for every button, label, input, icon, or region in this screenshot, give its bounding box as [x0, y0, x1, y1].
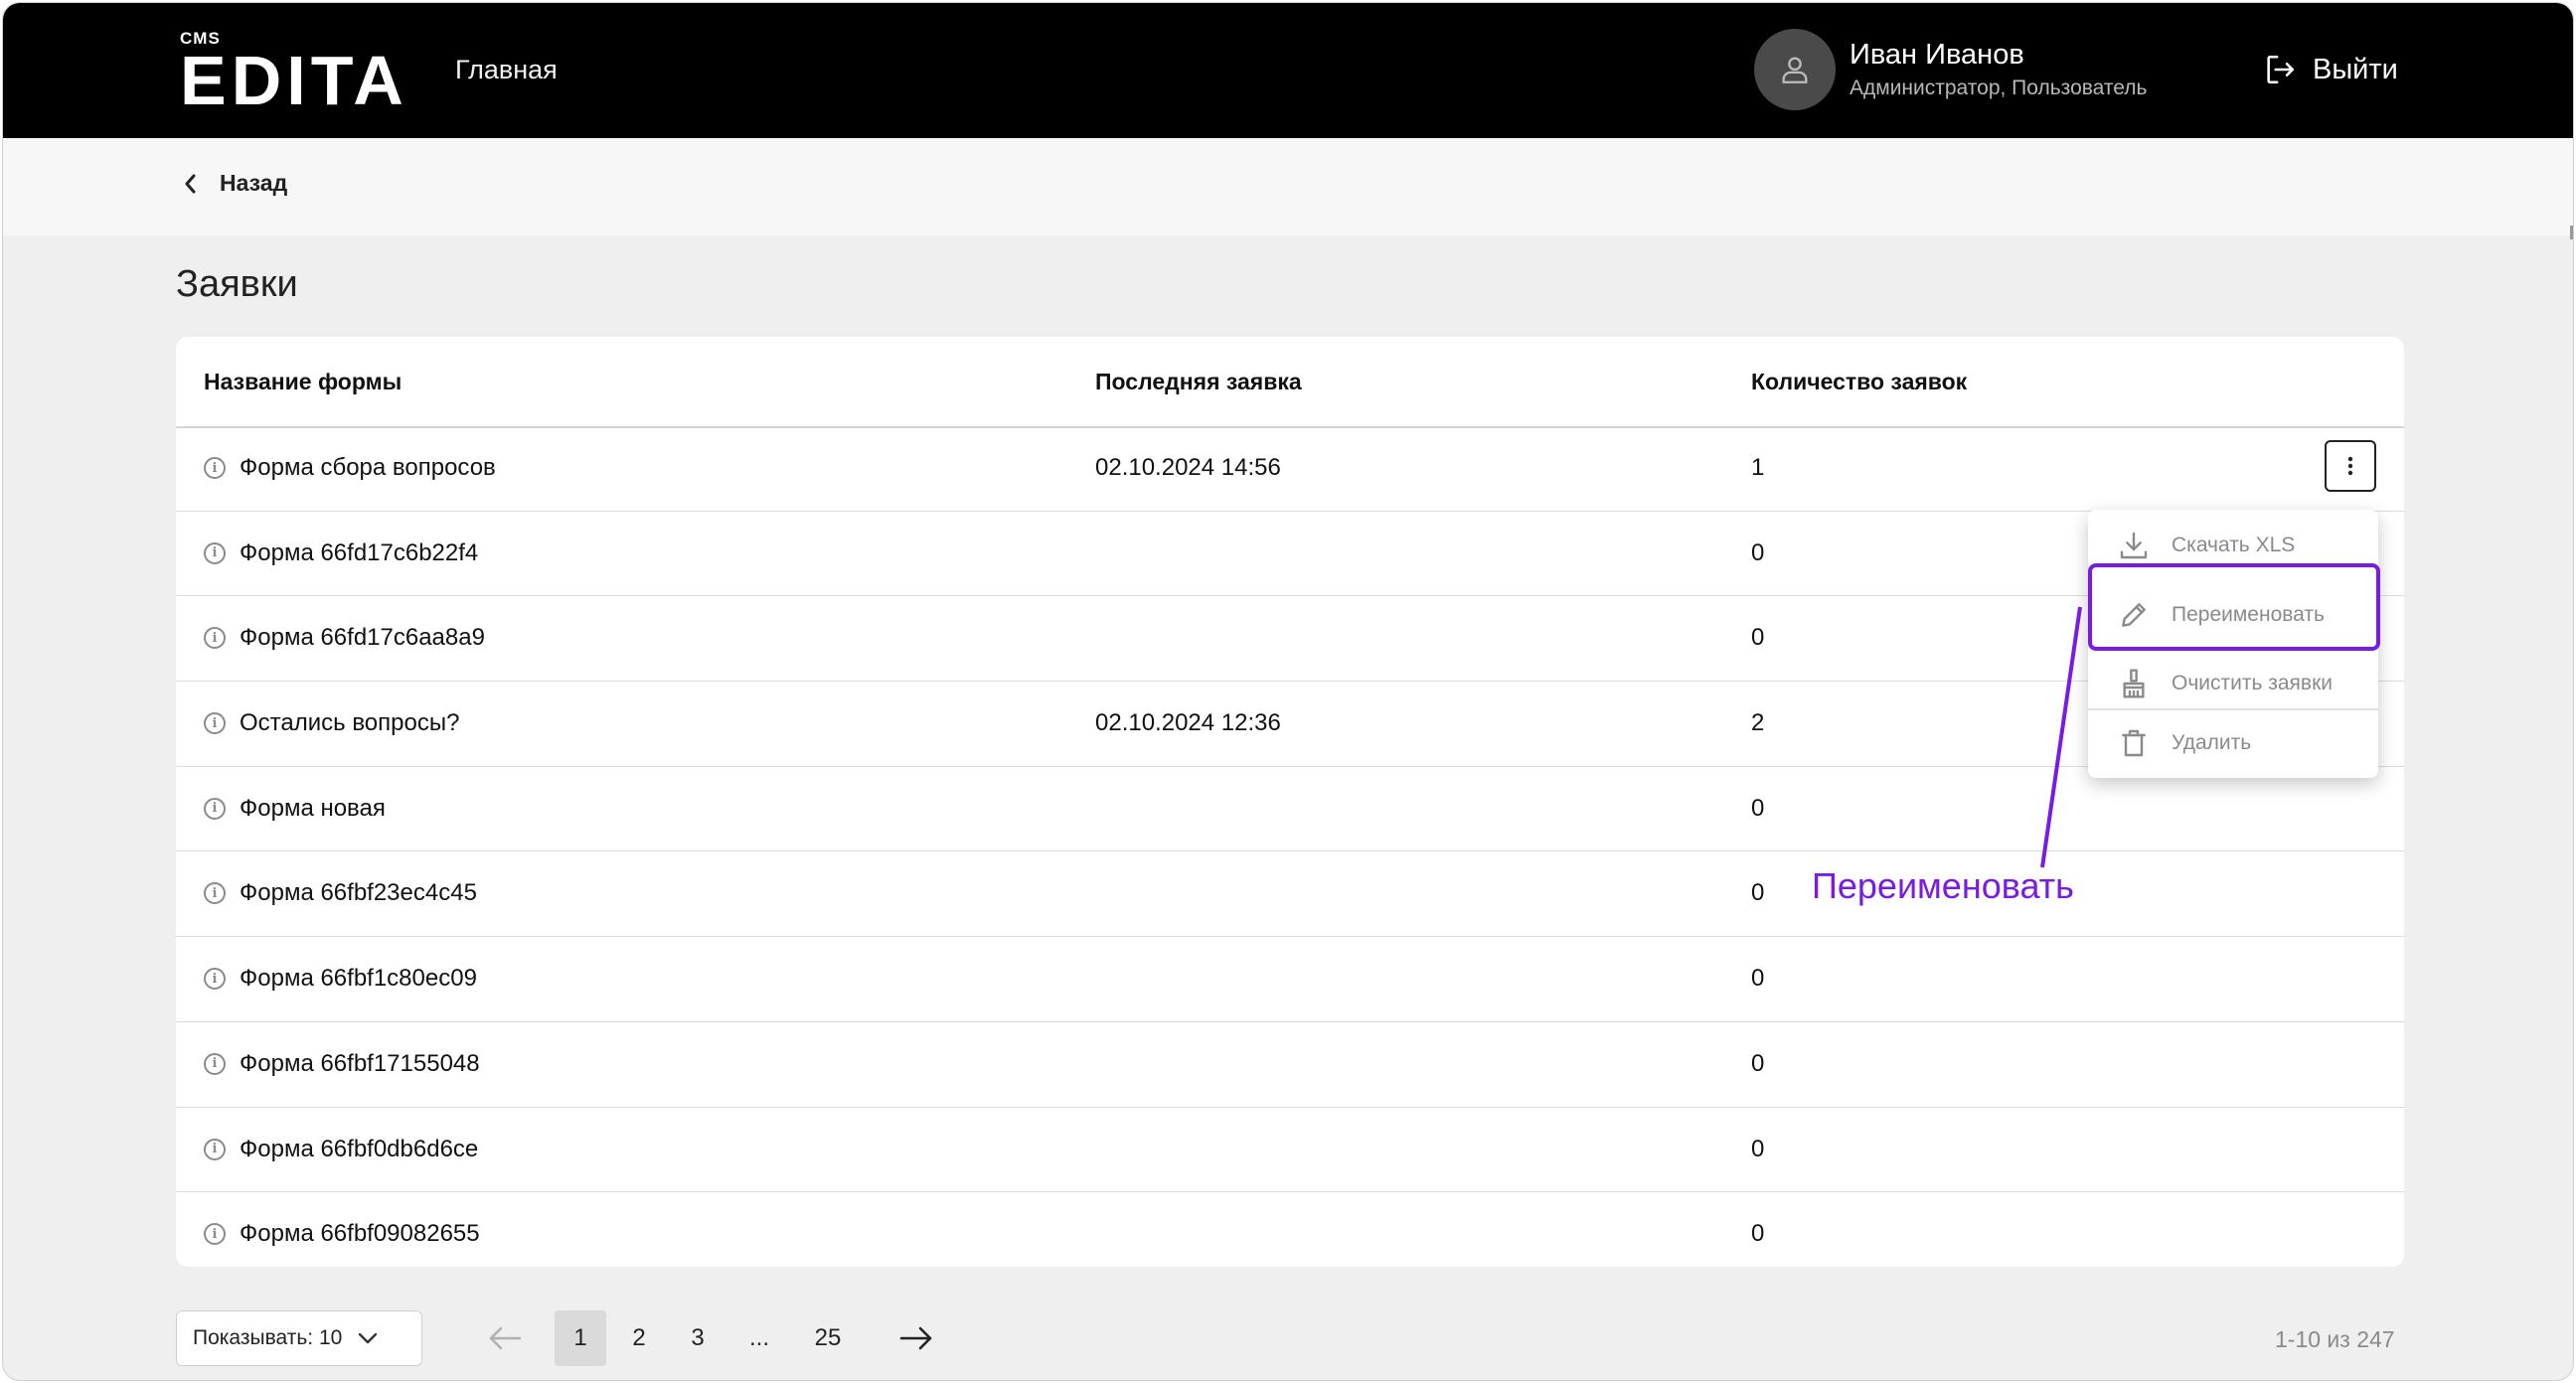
- page-ellipsis: ...: [748, 1324, 769, 1351]
- callout-label: Переименовать: [1812, 865, 2074, 906]
- page-button-25[interactable]: 25: [798, 1310, 858, 1366]
- app-window: CMS EDITA Главная Иван Иванов Администра…: [2, 2, 2574, 1381]
- page-button-2[interactable]: 2: [613, 1310, 665, 1366]
- chevron-down-icon: [359, 1332, 378, 1344]
- prev-page-button[interactable]: [482, 1310, 528, 1366]
- callout-line: [2040, 606, 2082, 868]
- next-page-button[interactable]: [893, 1310, 939, 1366]
- per-page-value: Показывать: 10: [193, 1326, 343, 1349]
- arrow-right-icon: [899, 1326, 932, 1350]
- per-page-select[interactable]: Показывать: 10: [176, 1310, 422, 1366]
- arrow-left-icon: [489, 1326, 522, 1350]
- scrollbar[interactable]: [2570, 226, 2573, 239]
- pagination-range: 1-10 из 247: [2275, 1326, 2395, 1352]
- page-button-3[interactable]: 3: [672, 1310, 724, 1366]
- page-button-1[interactable]: 1: [555, 1310, 606, 1366]
